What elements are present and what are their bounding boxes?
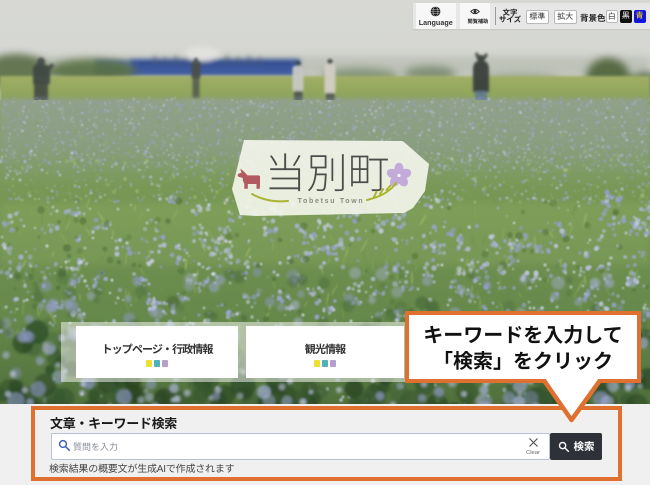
svg-text:Tobetsu Town: Tobetsu Town [298,198,365,205]
svg-text:当別町: 当別町 [265,140,390,200]
